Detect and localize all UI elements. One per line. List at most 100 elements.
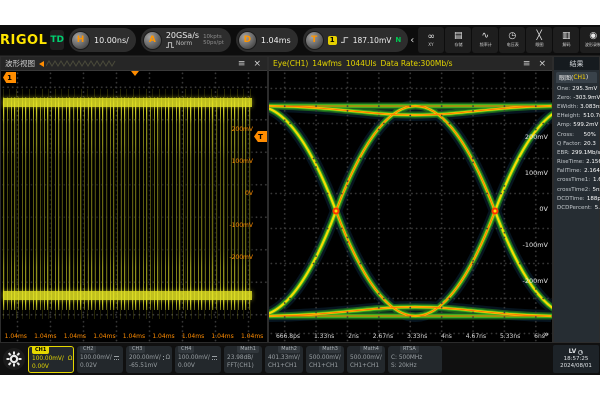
status-indicator: LV	[569, 348, 577, 356]
tool-label: XY	[429, 43, 434, 48]
measurement-label: DCDPercent:	[557, 205, 592, 211]
math-card[interactable]: Math4 500.00mV/ CH1+CH1	[347, 346, 385, 373]
system-status-box: LV 18:57:25 2024/08/01	[553, 345, 599, 373]
ch1-tab: CH1	[32, 347, 49, 354]
waveform-bottom-rail	[3, 291, 252, 300]
top-toolbar: RIGOL TD H 10.00ns/ A 20GSa/s Norm 10kpt…	[0, 25, 600, 56]
acquire-mode: Norm	[176, 41, 192, 48]
measurement-value: 299.1Mb/s	[572, 150, 600, 156]
waveform-record-icon[interactable]: ◉ 波形录制	[580, 27, 600, 53]
acquire-controls[interactable]: A 20GSa/s Norm 10kpts 50ps/pt	[141, 28, 231, 52]
voltmeter-icon[interactable]: ◷ 电压表	[499, 27, 525, 53]
math-tab: Math3	[319, 346, 341, 353]
waveform-x-axis-labels: 1.04ms1.04ms1.04ms1.04ms1.04ms1.04ms1.04…	[1, 333, 267, 340]
measurement-value: 2.156ns	[587, 159, 600, 165]
trigger-knob[interactable]: T	[305, 31, 324, 50]
rtsa-span: S: 20kHz	[391, 362, 417, 371]
xy-mode-icon[interactable]: ∞ XY	[418, 27, 444, 53]
waveform-panel-title: 波形视图	[5, 58, 35, 69]
delay-knob[interactable]: D	[238, 31, 257, 50]
horizontal-knob[interactable]: H	[71, 31, 90, 50]
settings-button[interactable]	[3, 348, 25, 370]
tool-glyph: ∞	[428, 33, 436, 42]
storage-icon[interactable]: ▤ 存储	[445, 27, 471, 53]
channel-card-ch1[interactable]: CH1 100.00mV/Ω 0.00V	[28, 346, 74, 373]
eye-panel-title: Eye(CH1)	[273, 59, 308, 68]
measurement-row: Zero: -303.9mV	[554, 93, 599, 102]
channel-card[interactable]: CH2 100.00mV/ 0.02V	[77, 346, 123, 373]
x-axis-label: 4ns	[441, 333, 452, 340]
channel-offset: 0.02V	[80, 362, 97, 371]
trigger-position-marker[interactable]	[131, 71, 139, 76]
waveform-close-icon[interactable]: ×	[251, 59, 263, 69]
tool-buttons: ∞ XY ▤ 存储 ∿ 频率计 ◷ 电压表	[418, 27, 600, 53]
eye-ui-count: 1044UIs	[346, 59, 377, 68]
measurement-row: EHeight: 510.7mV	[554, 112, 599, 121]
horizontal-controls[interactable]: H 10.00ns/	[69, 28, 136, 52]
delay-controls[interactable]: D 1.04ms	[236, 28, 298, 52]
math-scale: 23.98dB/	[227, 354, 253, 363]
measurement-row: EWidth: 3.083ns	[554, 102, 599, 111]
math-card[interactable]: Math1 23.98dB/ FFT(CH1)	[224, 346, 262, 373]
rtsa-card[interactable]: RTSA C: 500MHz S: 20kHz	[388, 346, 442, 373]
math-scale: 401.33mV/	[268, 354, 300, 363]
tools-scroll-left[interactable]: ‹	[410, 35, 414, 46]
math-expression: CH1+CH1	[309, 362, 338, 371]
tool-glyph: ◉	[589, 32, 597, 41]
measurement-value: -303.9mV	[574, 95, 600, 101]
trigger-controls[interactable]: T 1 187.10mV N	[303, 28, 409, 52]
waveform-y-axis-labels: 200mV100mV0V-100mV-200mV	[213, 127, 253, 261]
measurement-value: 599.2mV	[574, 122, 599, 128]
channel-scale: 200.00mV/	[129, 354, 161, 363]
results-sidebar: 结果 眼图(CH1) One: 295.3mV Zero: -303.9mV	[553, 56, 600, 343]
power-icon	[578, 350, 583, 355]
tool-label: 频率计	[479, 42, 491, 47]
delay-value: 1.04ms	[261, 36, 291, 45]
tab-prefix: 眼图(	[559, 73, 573, 82]
measurement-value: 5ns	[592, 187, 600, 193]
y-axis-label: 100mV	[232, 159, 253, 165]
x-axis-label: 2ns	[348, 333, 359, 340]
results-tab-eye-ch1[interactable]: 眼图(CH1)	[556, 72, 597, 83]
eye-expand-menu-icon[interactable]: »	[543, 331, 549, 340]
math-card[interactable]: Math2 401.33mV/ CH1+CH1	[265, 346, 303, 373]
x-axis-label: 1.04ms	[241, 333, 263, 340]
trigger-level: 187.10mV	[353, 36, 392, 45]
measurement-label: crossTime1:	[557, 178, 590, 184]
channel-card[interactable]: CH4 100.00mV/ 0.00V	[175, 346, 221, 373]
x-axis-label: 1.04ms	[123, 333, 145, 340]
bottom-channel-bar: CH1 100.00mV/Ω 0.00V CH2 100.00mV/ 0.02V…	[0, 343, 600, 375]
record-sparkline	[46, 59, 116, 68]
measurement-label: Amp:	[557, 122, 571, 128]
channel-tab: CH4	[178, 346, 194, 353]
measurement-value: 20.3	[584, 141, 596, 147]
eye-diagram-icon[interactable]: ╳ 眼图	[526, 27, 552, 53]
eye-menu-icon[interactable]: ≡	[521, 59, 533, 69]
x-axis-label: 1.04ms	[211, 333, 233, 340]
y-axis-label: 200mV	[232, 127, 253, 133]
trigger-source-badge: 1	[328, 36, 337, 45]
tab-channel: CH1	[573, 74, 586, 81]
main-display-area: 波形视图 ≡ × 1 T	[0, 56, 600, 343]
y-axis-label: 0V	[245, 191, 253, 197]
gear-icon	[6, 351, 22, 367]
eye-close-icon[interactable]: ×	[536, 59, 548, 69]
eye-y-axis-labels: 200mV100mV0V-100mV-200mV	[508, 134, 548, 284]
record-position-indicator[interactable]	[39, 59, 116, 68]
eye-diagram-panel: Eye(CH1) 14wfms 1044UIs Data Rate:300Mb/…	[268, 56, 553, 343]
measurement-label: EHeight:	[557, 113, 581, 119]
eye-wfms-count: 14wfms	[312, 59, 342, 68]
measurement-list: One: 295.3mV Zero: -303.9mV EWidth: 3.08…	[554, 84, 599, 213]
measurement-value: 188ps	[587, 196, 600, 202]
math-card[interactable]: Math3 500.00mV/ CH1+CH1	[306, 346, 344, 373]
acquire-knob[interactable]: A	[143, 31, 162, 50]
frequency-counter-icon[interactable]: ∿ 频率计	[472, 27, 498, 53]
decode-icon[interactable]: ▥ 解码	[553, 27, 579, 53]
measurement-value: 1.66ns	[593, 178, 600, 184]
tool-glyph: ╳	[537, 32, 542, 41]
trigger-edge-icon	[341, 36, 349, 44]
waveform-menu-icon[interactable]: ≡	[236, 59, 248, 69]
measurement-row: FallTime: 2.164ns	[554, 167, 599, 176]
channel-card[interactable]: CH3 200.00mV/Ω -65.51mV	[126, 346, 172, 373]
oscilloscope-screen: RIGOL TD H 10.00ns/ A 20GSa/s Norm 10kpt…	[0, 25, 600, 375]
